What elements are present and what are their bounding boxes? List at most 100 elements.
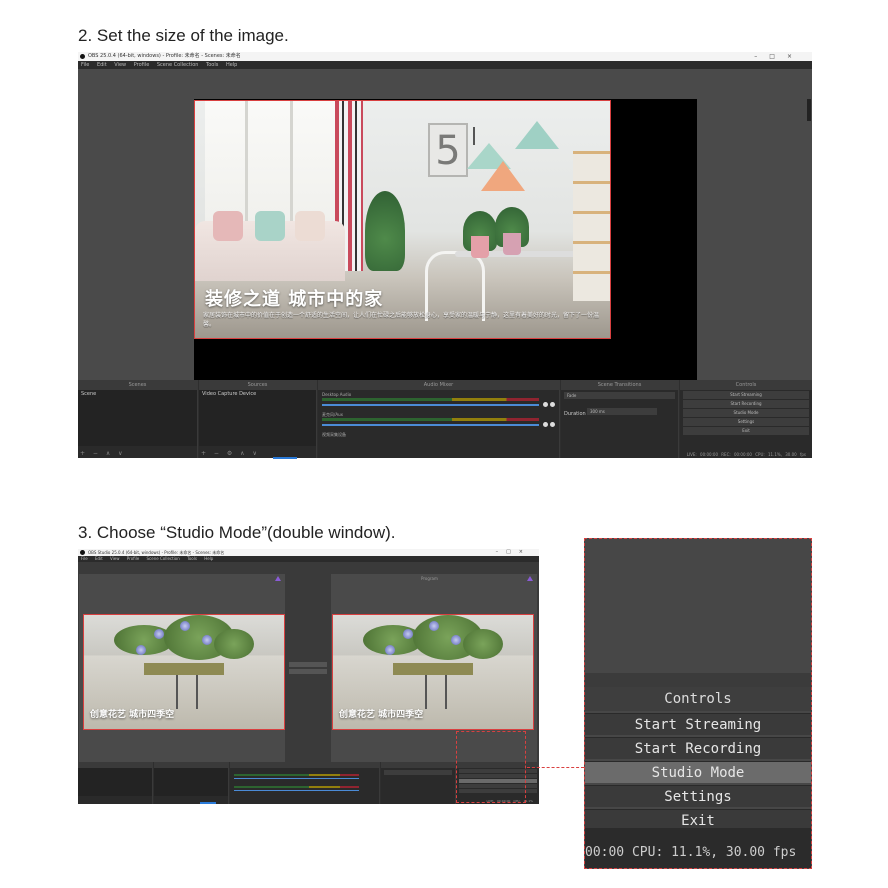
flower-caption: 创意花艺 城市四季空 [339,710,424,720]
exit-button[interactable]: Exit [683,427,809,435]
start-recording-button[interactable]: Start Recording [585,737,811,759]
menu-scene-collection[interactable]: Scene Collection [147,556,180,561]
taskbar-indicator [273,457,297,459]
sources-panel: Sources Video Capture Device + − ⚙ ∧ ∨ [199,380,317,458]
lamp-image [515,121,559,149]
flower-caption: 创意花艺 城市四季空 [90,710,175,720]
menu-tools[interactable]: Tools [206,62,218,68]
step-2-title: 2. Set the size of the image. [78,26,289,45]
menu-scene-collection[interactable]: Scene Collection [157,62,199,68]
window-controls[interactable]: –□× [754,52,804,61]
scenes-panel: Scenes Scene + − ∧ ∨ [78,380,198,458]
pot-image [393,663,473,675]
stand-image [176,675,198,709]
audio-meter [234,786,359,788]
audio-meter [322,398,539,401]
transitions-panel: Scene Transitions Fade Duration 300 ms [561,380,679,458]
mute-settings-icons[interactable] [543,422,555,427]
source-marker-icon [527,576,533,581]
source-marker-icon [275,576,281,581]
transition-select[interactable] [384,770,452,775]
pillow-image [213,211,243,241]
scene-item[interactable]: Scene [78,390,197,398]
volume-slider[interactable] [322,404,539,406]
menu-view[interactable]: View [114,62,126,68]
transitions-panel [381,762,456,804]
menu-help[interactable]: Help [204,556,213,561]
image-source-flowers[interactable]: 创意花艺 城市四季空 [83,614,285,730]
plant-image [365,191,405,271]
settings-button[interactable]: Settings [585,785,811,807]
menu-tools[interactable]: Tools [187,556,197,561]
start-streaming-button[interactable]: Start Streaming [585,713,811,735]
source-item[interactable]: Video Capture Device [199,390,316,398]
preview-pane[interactable]: 创意花艺 城市四季空 [79,574,285,762]
audio-meter [322,418,539,421]
duration-input[interactable]: 300 ms [587,408,657,415]
photo-headline: 装修之道 城市中的家 [205,289,384,310]
volume-slider[interactable] [234,778,359,779]
volume-slider[interactable] [322,424,539,426]
pot-image [471,236,489,258]
preview-scrollbar[interactable] [807,99,811,121]
menu-profile[interactable]: Profile [134,62,150,68]
controls-zoom-panel: Controls Start Streaming Start Recording… [584,538,812,869]
menu-file[interactable]: File [81,556,88,561]
zoom-preview-area [585,539,811,673]
controls-highlight-box [456,731,526,803]
window-title: OBS 25.0.4 (64-bit, windows) - Profile: … [88,53,241,59]
program-label: Program [421,576,438,581]
audio-mixer-panel: Audio Mixer Desktop Audio 麦克风/Aux 视频采集设备 [318,380,560,458]
start-recording-button[interactable]: Start Recording [683,400,809,408]
obs-app-icon [80,550,85,555]
menu-edit[interactable]: Edit [95,556,103,561]
stand-image [425,675,447,709]
volume-slider[interactable] [234,790,359,791]
duration-label: Duration [564,411,586,417]
window-title: OBS Studio 25.0.4 (64-bit, windows) - Pr… [88,550,225,555]
mute-settings-icons[interactable] [543,402,555,407]
menu-profile[interactable]: Profile [127,556,139,561]
transition-select[interactable]: Fade [564,392,675,399]
mixer-track-label: 视频采集设备 [322,432,346,437]
sources-toolbar[interactable]: + − ⚙ ∧ ∨ [201,450,260,457]
sources-header: Sources [199,380,316,390]
pot-image [503,233,521,255]
photo-subline: 家居装饰在城市中的价值在于创造一个舒适的生活空间，让人们在忙碌之后能够放松身心，… [203,312,600,328]
transitions-header: Scene Transitions [561,380,678,390]
studio-mode-button[interactable]: Studio Mode [585,761,811,783]
menu-file[interactable]: File [81,62,89,68]
controls-header: Controls [585,687,811,711]
scenes-toolbar[interactable]: + − ∧ ∨ [80,450,126,457]
start-streaming-button[interactable]: Start Streaming [683,391,809,399]
taskbar-indicator [200,802,216,804]
shelf-image [573,151,610,301]
scenes-panel [78,762,153,804]
step-3-title: 3. Choose “Studio Mode”(double window). [78,523,396,542]
image-source-living-room[interactable]: 5 装修之道 城市中的家 家居装饰在城市中的价值在于创造一个舒适的生活空间，让人… [194,100,611,339]
controls-header: Controls [680,380,812,390]
pot-image [144,663,224,675]
mixer-header: Audio Mixer [318,380,559,390]
mixer-track-label: Desktop Audio [322,392,352,397]
audio-mixer-panel [230,762,380,804]
zoom-leader-line [527,767,584,768]
controls-panel: Controls Start Streaming Start Recording… [680,380,812,458]
sources-panel [154,762,229,804]
window-controls[interactable]: –□× [496,549,531,556]
zoom-divider [585,673,811,687]
scenes-header: Scenes [78,380,197,390]
audio-meter [234,774,359,776]
lamp-image [481,161,525,191]
image-source-flowers[interactable]: 创意花艺 城市四季空 [332,614,534,730]
menu-bar: File Edit View Profile Scene Collection … [78,61,812,69]
preview-area[interactable]: 5 装修之道 城市中的家 家居装饰在城市中的价值在于创造一个舒适的生活空间，让人… [78,69,812,430]
menu-view[interactable]: View [110,556,120,561]
wall-frame-number: 5 [428,123,468,177]
bottom-dock: Scenes Scene + − ∧ ∨ Sources Video Captu… [78,380,812,458]
menu-edit[interactable]: Edit [97,62,107,68]
studio-mode-button[interactable]: Studio Mode [683,409,809,417]
settings-button[interactable]: Settings [683,418,809,426]
menu-help[interactable]: Help [226,62,237,68]
transition-controls[interactable] [289,662,327,676]
